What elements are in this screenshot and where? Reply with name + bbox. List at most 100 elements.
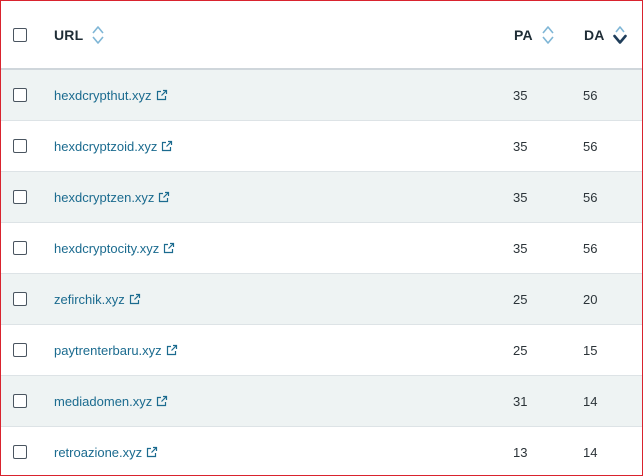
pa-column-header[interactable]: PA [514,1,555,68]
da-cell: 56 [583,121,597,171]
external-link-icon[interactable] [129,293,141,305]
row-select-cell [13,223,27,273]
da-column-label: DA [584,26,605,43]
da-value: 14 [583,393,598,409]
url-cell: hexdcryptzen.xyz [54,172,170,222]
url-text: mediadomen.xyz [54,393,153,409]
row-select-cell [13,121,27,171]
url-cell: hexdcryptzoid.xyz [54,121,173,171]
da-cell: 56 [583,223,597,273]
table-row: hexdcryptzoid.xyz 35 56 [1,121,642,172]
url-link[interactable]: mediadomen.xyz [54,394,168,409]
url-cell: retroazione.xyz [54,427,158,475]
url-text: hexdcryptzoid.xyz [54,138,158,154]
da-cell: 15 [583,325,597,375]
pa-cell: 13 [513,427,528,475]
url-link[interactable]: hexdcryptzen.xyz [54,190,170,205]
url-cell: mediadomen.xyz [54,376,168,426]
url-link[interactable]: hexdcryptzoid.xyz [54,139,173,154]
pa-value: 13 [513,444,528,460]
url-text: retroazione.xyz [54,444,143,460]
da-cell: 14 [583,427,598,475]
url-link[interactable]: zefirchik.xyz [54,292,141,307]
url-cell: paytrenterbaru.xyz [54,325,178,375]
pa-value: 25 [513,291,528,307]
external-link-icon[interactable] [163,242,175,254]
pa-value: 35 [513,87,528,103]
url-cell: hexdcryptocity.xyz [54,223,175,273]
pa-value: 35 [513,138,528,154]
url-link[interactable]: hexdcryptocity.xyz [54,241,175,256]
select-all-cell [13,1,27,68]
da-value: 14 [583,444,598,460]
row-checkbox[interactable] [13,190,27,204]
url-column-label: URL [54,26,84,43]
pa-cell: 35 [513,223,527,273]
pa-value: 35 [513,189,528,205]
url-sort-icon[interactable] [91,24,105,46]
da-column-header[interactable]: DA [584,1,627,68]
url-link[interactable]: retroazione.xyz [54,445,158,460]
url-text: hexdcrypthut.xyz [54,87,152,103]
row-select-cell [13,70,27,120]
row-checkbox[interactable] [13,241,27,255]
pa-column-label: PA [514,26,533,43]
da-value: 56 [583,87,598,103]
da-value: 56 [583,138,598,154]
pa-cell: 25 [513,274,527,324]
row-select-cell [13,427,27,475]
da-value: 20 [583,291,598,307]
table-row: hexdcryptocity.xyz 35 56 [1,223,642,274]
da-cell: 56 [583,172,597,222]
da-value: 56 [583,189,598,205]
results-table: URL PA DA hexdcrypthut.xyz 35 56 hexdcry… [0,0,643,476]
pa-sort-icon[interactable] [541,24,555,46]
row-checkbox[interactable] [13,343,27,357]
row-checkbox[interactable] [13,394,27,408]
url-text: hexdcryptzen.xyz [54,189,155,205]
da-cell: 56 [583,70,597,120]
url-link[interactable]: paytrenterbaru.xyz [54,343,178,358]
table-row: mediadomen.xyz 31 14 [1,376,642,427]
row-checkbox[interactable] [13,88,27,102]
pa-value: 25 [513,342,528,358]
external-link-icon[interactable] [156,395,168,407]
da-cell: 20 [583,274,597,324]
table-row: retroazione.xyz 13 14 [1,427,642,475]
row-checkbox[interactable] [13,139,27,153]
url-text: hexdcryptocity.xyz [54,240,160,256]
pa-cell: 35 [513,172,527,222]
url-cell: hexdcrypthut.xyz [54,70,168,120]
table-row: hexdcryptzen.xyz 35 56 [1,172,642,223]
table-header: URL PA DA [1,1,642,70]
table-row: zefirchik.xyz 25 20 [1,274,642,325]
row-select-cell [13,376,27,426]
da-cell: 14 [583,376,597,426]
pa-cell: 35 [513,121,527,171]
external-link-icon[interactable] [158,191,170,203]
external-link-icon[interactable] [166,344,178,356]
pa-value: 35 [513,240,528,256]
pa-value: 31 [513,393,528,409]
pa-cell: 31 [513,376,527,426]
pa-cell: 35 [513,70,527,120]
table-row: paytrenterbaru.xyz 25 15 [1,325,642,376]
row-checkbox[interactable] [13,445,27,459]
row-select-cell [13,172,27,222]
row-select-cell [13,274,27,324]
table-row: hexdcrypthut.xyz 35 56 [1,70,642,121]
external-link-icon[interactable] [156,89,168,101]
url-text: paytrenterbaru.xyz [54,342,162,358]
external-link-icon[interactable] [161,140,173,152]
da-value: 56 [583,240,598,256]
url-cell: zefirchik.xyz [54,274,141,324]
da-sort-desc-icon[interactable] [612,24,627,46]
row-checkbox[interactable] [13,292,27,306]
external-link-icon[interactable] [146,446,158,458]
select-all-checkbox[interactable] [13,27,27,42]
da-value: 15 [583,342,598,358]
url-link[interactable]: hexdcrypthut.xyz [54,88,168,103]
row-select-cell [13,325,27,375]
url-column-header[interactable]: URL [54,1,105,68]
url-text: zefirchik.xyz [54,291,125,307]
